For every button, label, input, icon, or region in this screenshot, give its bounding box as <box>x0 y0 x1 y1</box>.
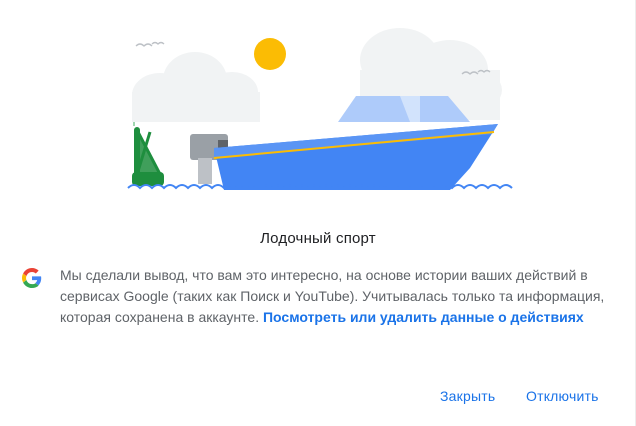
topic-title: Лодочный спорт <box>260 230 376 247</box>
info-text: Мы сделали вывод, что вам это интересно,… <box>60 265 620 328</box>
disable-button[interactable]: Отключить <box>526 383 599 409</box>
boat-illustration <box>127 28 513 190</box>
sun-icon <box>254 38 286 70</box>
view-delete-activity-link[interactable]: Посмотреть или удалить данные о действия… <box>263 309 584 325</box>
interest-dialog: Лодочный спорт Мы сделали вывод, что вам… <box>0 0 636 426</box>
buoy-icon <box>132 122 164 186</box>
google-g-icon <box>22 268 42 288</box>
close-button[interactable]: Закрыть <box>440 383 495 409</box>
